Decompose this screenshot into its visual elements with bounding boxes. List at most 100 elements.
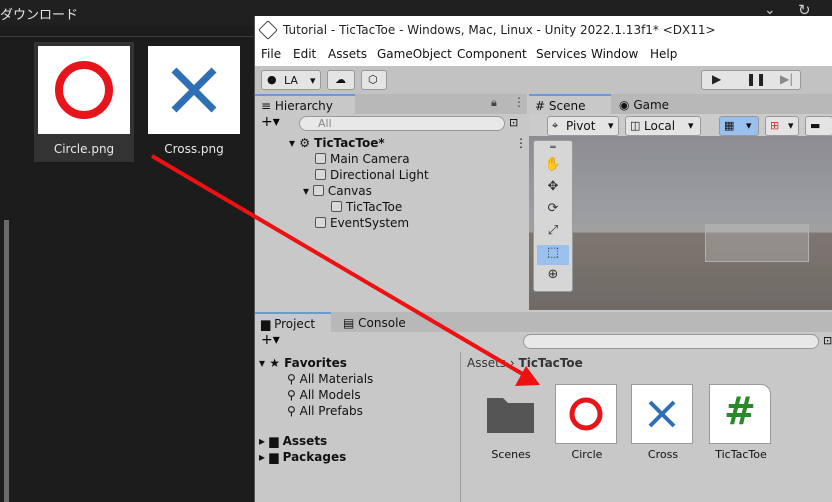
chevron-down-icon: ▾ bbox=[310, 74, 316, 87]
move-tool-icon[interactable]: ✥ bbox=[537, 179, 569, 199]
collab-button[interactable]: ⬡ bbox=[361, 70, 387, 90]
search-options-icon[interactable]: ⊡ bbox=[509, 116, 518, 129]
pivot-dropdown[interactable]: ⌖ Pivot ▾ bbox=[547, 116, 619, 136]
item-label: Main Camera bbox=[330, 152, 410, 166]
favorite-all-models[interactable]: ⚲ All Models bbox=[287, 388, 361, 404]
menu-assets[interactable]: Assets bbox=[328, 47, 367, 61]
tree-assets[interactable]: ▸ ▆ Assets bbox=[259, 434, 327, 450]
project-panel: ▆ Project ▤ Console +▾ ⊡ ▾ ★ Favorites ⚲… bbox=[255, 312, 832, 502]
hierarchy-item-main-camera[interactable]: Main Camera bbox=[315, 152, 410, 168]
add-icon[interactable]: +▾ bbox=[261, 114, 280, 130]
hierarchy-search-input[interactable]: All bbox=[299, 116, 505, 131]
favorites-header[interactable]: ▾ ★ Favorites bbox=[259, 356, 347, 372]
item-label: Assets bbox=[282, 434, 328, 448]
playmode-controls: ▶ ❚❚ ▶| bbox=[701, 70, 801, 90]
tab-project[interactable]: ▆ Project bbox=[255, 312, 331, 332]
gameobject-icon bbox=[315, 169, 326, 180]
star-icon: ★ bbox=[269, 356, 285, 370]
lock-icon[interactable]: 🔒︎ bbox=[491, 96, 497, 110]
cube-icon: ◫ bbox=[630, 119, 641, 132]
item-label: Directional Light bbox=[330, 168, 429, 182]
local-label: Local bbox=[644, 119, 676, 133]
unity-editor-window: Tutorial - TicTacToe - Windows, Mac, Lin… bbox=[254, 16, 832, 502]
menu-file[interactable]: File bbox=[261, 47, 281, 61]
tab-game[interactable]: ◉ Game bbox=[613, 94, 683, 114]
gameobject-icon bbox=[331, 201, 342, 212]
grid-snap-icon: ▦ bbox=[724, 119, 735, 132]
chevron-down-icon: ▾ bbox=[788, 119, 794, 132]
asset-cross[interactable]: Cross bbox=[631, 384, 695, 464]
menu-component[interactable]: Component bbox=[457, 47, 527, 61]
hierarchy-panel: ≡ Hierarchy 🔒︎ ⋮ +▾ All ⊡ ▾ ⚙ TicTacToe*… bbox=[255, 94, 527, 310]
folder-icon: ▆ bbox=[269, 450, 283, 464]
asset-scenes[interactable]: Scenes bbox=[479, 384, 543, 464]
play-icon[interactable]: ▶ bbox=[712, 72, 721, 86]
folder-icon: ▆ bbox=[269, 434, 283, 448]
tab-label: Hierarchy bbox=[274, 99, 333, 113]
kebab-icon[interactable]: ⋮ bbox=[513, 95, 525, 109]
menu-help[interactable]: Help bbox=[650, 47, 677, 61]
cross-icon bbox=[631, 384, 693, 444]
chevron-right-icon: › bbox=[509, 356, 519, 370]
scale-tool-icon[interactable]: ⤢ bbox=[537, 223, 569, 243]
drag-handle-icon[interactable]: ═ bbox=[537, 143, 569, 153]
account-button[interactable]: ● LA ▾ bbox=[261, 70, 321, 90]
hierarchy-item-directional-light[interactable]: Directional Light bbox=[315, 168, 429, 184]
hierarchy-item-canvas[interactable]: ▾ Canvas bbox=[303, 184, 372, 200]
breadcrumb: Assets › TicTacToe bbox=[467, 356, 583, 370]
view-options-button[interactable]: ▬ bbox=[805, 116, 832, 136]
menu-bar: File Edit Assets GameObject Component Se… bbox=[255, 44, 832, 66]
hierarchy-item-eventsystem[interactable]: EventSystem bbox=[315, 216, 409, 232]
file-circle-png[interactable]: Circle.png bbox=[34, 42, 134, 162]
project-searchrow: +▾ ⊡ bbox=[255, 332, 832, 352]
increment-snap-button[interactable]: ⊞ ▾ bbox=[765, 116, 799, 136]
tree-packages[interactable]: ▸ ▆ Packages bbox=[259, 450, 346, 466]
menu-window[interactable]: Window bbox=[591, 47, 638, 61]
menu-gameobject[interactable]: GameObject bbox=[377, 47, 452, 61]
folder-icon: ▆ bbox=[261, 317, 271, 331]
tab-label: Project bbox=[274, 317, 316, 331]
transform-tool-icon[interactable]: ⊕ bbox=[537, 267, 569, 287]
add-icon[interactable]: +▾ bbox=[261, 332, 280, 348]
breadcrumb-current[interactable]: TicTacToe bbox=[519, 356, 583, 370]
gameobject-icon bbox=[315, 217, 326, 228]
breadcrumb-root[interactable]: Assets bbox=[467, 356, 506, 370]
scene-root[interactable]: ▾ ⚙ TicTacToe* ⋮ bbox=[289, 136, 527, 152]
favorite-all-prefabs[interactable]: ⚲ All Prefabs bbox=[287, 404, 363, 420]
cross-icon bbox=[148, 46, 240, 134]
hierarchy-item-tictactoe[interactable]: TicTacToe bbox=[331, 200, 402, 216]
favorite-all-materials[interactable]: ⚲ All Materials bbox=[287, 372, 373, 388]
local-dropdown[interactable]: ◫ Local ▾ bbox=[625, 116, 701, 136]
asset-tictactoe-script[interactable]: # TicTacToe bbox=[709, 384, 773, 464]
asset-circle[interactable]: Circle bbox=[555, 384, 619, 464]
unity-logo-icon bbox=[258, 20, 278, 40]
asset-label: Scenes bbox=[491, 448, 531, 461]
gameobject-icon bbox=[315, 153, 326, 164]
search-icon: ⚲ bbox=[287, 372, 300, 386]
list-icon: ≡ bbox=[261, 99, 275, 113]
kebab-icon[interactable]: ⋮ bbox=[515, 136, 527, 150]
rect-tool-icon[interactable]: ⬚ bbox=[537, 245, 569, 265]
project-search-input[interactable] bbox=[523, 334, 819, 349]
search-options-icon[interactable]: ⊡ bbox=[823, 334, 832, 347]
menu-edit[interactable]: Edit bbox=[293, 47, 316, 61]
file-cross-png[interactable]: Cross.png bbox=[144, 42, 244, 162]
file-label: Circle.png bbox=[53, 142, 115, 156]
pause-icon[interactable]: ❚❚ bbox=[746, 72, 766, 86]
step-icon[interactable]: ▶| bbox=[780, 72, 793, 86]
tab-scene[interactable]: # Scene bbox=[529, 94, 611, 114]
pivot-icon: ⌖ bbox=[552, 119, 559, 132]
hand-tool-icon[interactable]: ✋ bbox=[537, 157, 569, 177]
chevron-down-icon: ▾ bbox=[688, 119, 694, 132]
tab-hierarchy[interactable]: ≡ Hierarchy bbox=[255, 94, 355, 114]
favorites-label: Favorites bbox=[284, 356, 347, 370]
scrollbar[interactable] bbox=[4, 220, 9, 502]
rotate-tool-icon[interactable]: ⟳ bbox=[537, 201, 569, 221]
tab-console[interactable]: ▤ Console bbox=[337, 312, 417, 332]
cloud-button[interactable]: ☁ bbox=[327, 70, 355, 90]
grid-snap-button[interactable]: ▦ ▾ bbox=[719, 116, 759, 136]
account-label: LA bbox=[284, 74, 298, 87]
menu-services[interactable]: Services bbox=[536, 47, 587, 61]
chevron-down-icon: ▾ bbox=[746, 119, 752, 132]
scene-viewport[interactable] bbox=[529, 136, 832, 310]
